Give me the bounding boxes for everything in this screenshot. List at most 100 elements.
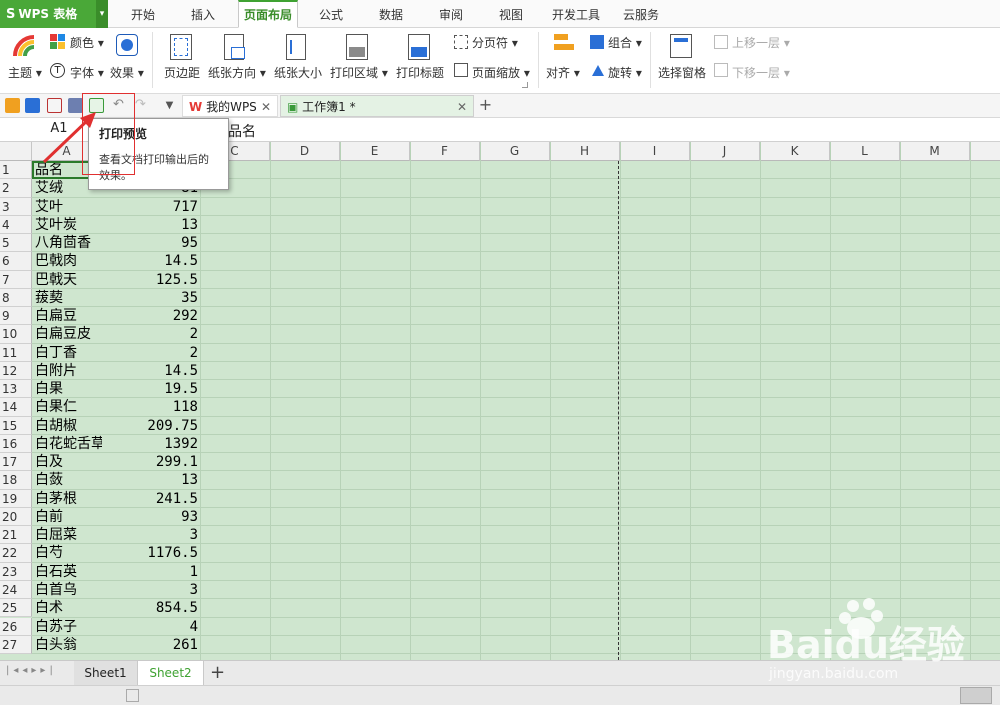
rotate-button[interactable]: 旋转 ▾: [608, 64, 642, 81]
row-header[interactable]: 6: [0, 252, 32, 271]
effect-button[interactable]: 效果 ▾: [110, 64, 144, 81]
font-button[interactable]: 字体 ▾: [70, 64, 104, 81]
open-folder-icon[interactable]: [5, 98, 20, 113]
cell-product-name[interactable]: 白术: [32, 599, 102, 617]
cell-quantity[interactable]: 1392: [102, 435, 200, 453]
cell-quantity[interactable]: 299.1: [102, 453, 200, 471]
cell-product-name[interactable]: 白芍: [32, 544, 102, 562]
row-header[interactable]: 18: [0, 471, 32, 490]
row-header[interactable]: 22: [0, 544, 32, 563]
redo-icon[interactable]: ↷: [133, 98, 148, 113]
row-header[interactable]: 2: [0, 179, 32, 198]
row-header[interactable]: 12: [0, 361, 32, 381]
page-break-button[interactable]: 分页符 ▾: [472, 34, 518, 51]
column-header[interactable]: L: [830, 142, 900, 161]
tab-page-layout[interactable]: 页面布局: [238, 0, 298, 28]
row-header[interactable]: 13: [0, 380, 32, 399]
row-header[interactable]: 4: [0, 215, 32, 235]
export-pdf-icon[interactable]: [47, 98, 62, 113]
cell-quantity[interactable]: 2: [102, 344, 200, 362]
cell-product-name[interactable]: 白头翁: [32, 636, 102, 654]
cell-product-name[interactable]: 白扁豆皮: [32, 325, 102, 343]
cell-quantity[interactable]: 261: [102, 636, 200, 654]
cell-product-name[interactable]: 白扁豆: [32, 307, 102, 325]
cell-product-name[interactable]: 白及: [32, 453, 102, 471]
close-icon[interactable]: ✕: [457, 96, 467, 118]
customize-dropdown-icon[interactable]: ▼: [162, 98, 177, 113]
row-header[interactable]: 27: [0, 635, 32, 654]
row-header[interactable]: 8: [0, 288, 32, 308]
cell-product-name[interactable]: 巴戟天: [32, 271, 102, 289]
cell-product-name[interactable]: 白茅根: [32, 490, 102, 508]
normal-view-icon[interactable]: [960, 687, 992, 704]
cell-quantity[interactable]: 3: [102, 526, 200, 544]
cell-quantity[interactable]: 4: [102, 618, 200, 636]
macro-record-icon[interactable]: [126, 689, 139, 702]
sheet-tab-2[interactable]: Sheet2: [138, 661, 204, 685]
cell-quantity[interactable]: 14.5: [102, 362, 200, 380]
cell-quantity[interactable]: 35: [102, 289, 200, 307]
app-logo[interactable]: S WPS 表格: [0, 0, 96, 28]
cell-quantity[interactable]: 3: [102, 581, 200, 599]
cell-product-name[interactable]: 白胡椒: [32, 417, 102, 435]
column-header[interactable]: H: [550, 142, 620, 161]
column-header[interactable]: D: [270, 142, 340, 161]
cell-product-name[interactable]: 白屈菜: [32, 526, 102, 544]
orientation-button[interactable]: 纸张方向 ▾: [208, 64, 266, 81]
row-header[interactable]: 20: [0, 507, 32, 527]
cell-quantity[interactable]: 13: [102, 471, 200, 489]
tab-data[interactable]: 数据: [368, 0, 414, 28]
print-area-button[interactable]: 打印区域 ▾: [330, 64, 388, 81]
tab-view[interactable]: 视图: [488, 0, 534, 28]
row-header[interactable]: 17: [0, 453, 32, 472]
theme-button[interactable]: 主题 ▾: [8, 64, 42, 81]
cell-product-name[interactable]: 白丁香: [32, 344, 102, 362]
group-button[interactable]: 组合 ▾: [608, 34, 642, 51]
cell-product-name[interactable]: 白前: [32, 508, 102, 526]
column-header[interactable]: J: [690, 142, 760, 161]
tab-cloud[interactable]: 云服务: [616, 0, 666, 28]
column-header[interactable]: F: [410, 142, 480, 161]
cell-product-name[interactable]: 白附片: [32, 362, 102, 380]
cell-product-name[interactable]: 白石英: [32, 563, 102, 581]
cell-quantity[interactable]: 292: [102, 307, 200, 325]
tab-formula[interactable]: 公式: [308, 0, 354, 28]
cell-product-name[interactable]: 白果仁: [32, 398, 102, 416]
cell-quantity[interactable]: 118: [102, 398, 200, 416]
cell-product-name[interactable]: 白花蛇舌草: [32, 435, 102, 453]
row-header[interactable]: 15: [0, 416, 32, 435]
row-header[interactable]: 24: [0, 580, 32, 600]
cell-quantity[interactable]: 93: [102, 508, 200, 526]
print-titles-button[interactable]: 打印标题: [396, 64, 444, 81]
cell-quantity[interactable]: 717: [102, 198, 200, 216]
dialog-launcher-icon[interactable]: [522, 82, 528, 88]
column-header[interactable]: K: [760, 142, 830, 161]
doc-tab-my-wps[interactable]: W 我的WPS ✕: [182, 95, 278, 117]
selection-pane-button[interactable]: 选择窗格: [658, 64, 706, 81]
tab-home[interactable]: 开始: [120, 0, 166, 28]
column-header[interactable]: N: [970, 142, 1000, 161]
cell-product-name[interactable]: 白首乌: [32, 581, 102, 599]
send-backward-button[interactable]: 下移一层 ▾: [732, 64, 790, 81]
cell-quantity[interactable]: 95: [102, 234, 200, 252]
cell-quantity[interactable]: 1176.5: [102, 544, 200, 562]
sheet-tab-1[interactable]: Sheet1: [74, 661, 138, 685]
cell-product-name[interactable]: 巴戟肉: [32, 252, 102, 270]
cell-quantity[interactable]: 209.75: [102, 417, 200, 435]
cell-quantity[interactable]: 854.5: [102, 599, 200, 617]
cell-product-name[interactable]: 白苏子: [32, 618, 102, 636]
row-header[interactable]: 23: [0, 562, 32, 581]
cell-quantity[interactable]: 125.5: [102, 271, 200, 289]
cell-product-name[interactable]: 艾叶: [32, 198, 102, 216]
row-header[interactable]: 3: [0, 197, 32, 216]
cell-quantity[interactable]: 241.5: [102, 490, 200, 508]
row-header[interactable]: 19: [0, 489, 32, 508]
cell-quantity[interactable]: 2: [102, 325, 200, 343]
print-icon[interactable]: [68, 98, 83, 113]
column-header[interactable]: E: [340, 142, 410, 161]
cell-product-name[interactable]: 八角茴香: [32, 234, 102, 252]
row-header[interactable]: 10: [0, 325, 32, 344]
cell-quantity[interactable]: 14.5: [102, 252, 200, 270]
column-header[interactable]: M: [900, 142, 970, 161]
row-header[interactable]: 1: [0, 161, 32, 180]
